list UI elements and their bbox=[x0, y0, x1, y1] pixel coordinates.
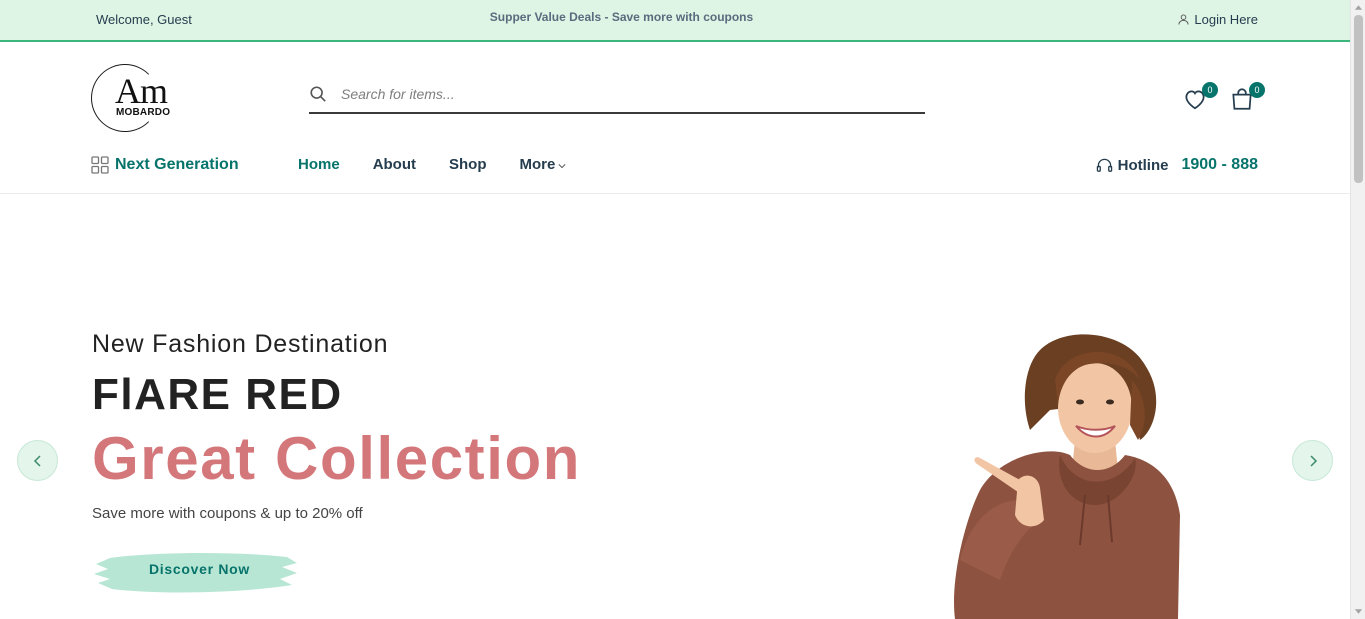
logo-monogram: Am bbox=[115, 71, 168, 111]
top-bar: Welcome, Guest Supper Value Deals - Save… bbox=[0, 0, 1350, 42]
hero-subtitle: New Fashion Destination bbox=[92, 330, 389, 358]
hero-model-image bbox=[954, 334, 1180, 619]
hotline: Hotline 1900 - 888 bbox=[1096, 156, 1258, 174]
promo-text: Supper Value Deals - Save more with coup… bbox=[489, 10, 754, 24]
search-bar bbox=[309, 76, 925, 114]
category-menu-button[interactable]: Next Generation bbox=[91, 156, 239, 174]
discover-now-label: Discover Now bbox=[149, 561, 250, 577]
scroll-up-icon[interactable] bbox=[1354, 3, 1363, 13]
nav-more-label: More bbox=[519, 156, 556, 173]
hero-description: Save more with coupons & up to 20% off bbox=[92, 505, 363, 522]
nav-shop[interactable]: Shop bbox=[449, 156, 487, 173]
cart-button[interactable]: 0 bbox=[1229, 82, 1265, 114]
wishlist-count-badge: 0 bbox=[1202, 82, 1218, 98]
chevron-down-icon bbox=[558, 164, 566, 169]
nav-about[interactable]: About bbox=[373, 156, 416, 173]
page-scrollbar[interactable] bbox=[1350, 0, 1365, 619]
login-label: Login Here bbox=[1194, 12, 1258, 27]
logo-brand: MOBARDO bbox=[116, 107, 171, 118]
search-input[interactable] bbox=[341, 86, 901, 102]
main-nav: Home About Shop More bbox=[298, 156, 566, 173]
nav-divider bbox=[0, 193, 1350, 194]
carousel-prev-button[interactable] bbox=[17, 440, 58, 481]
carousel-next-button[interactable] bbox=[1292, 440, 1333, 481]
site-logo[interactable]: Am MOBARDO bbox=[91, 64, 183, 132]
hero-title: FlARE RED bbox=[92, 370, 343, 419]
search-icon[interactable] bbox=[309, 85, 327, 103]
scroll-down-icon[interactable] bbox=[1354, 606, 1363, 616]
nav-home[interactable]: Home bbox=[298, 156, 340, 173]
discover-now-button[interactable]: Discover Now bbox=[92, 549, 297, 593]
chevron-right-icon bbox=[1309, 454, 1317, 467]
hotline-label: Hotline bbox=[1117, 156, 1169, 174]
category-menu-label: Next Generation bbox=[115, 156, 239, 173]
login-link[interactable]: Login Here bbox=[1178, 12, 1258, 27]
wishlist-button[interactable]: 0 bbox=[1182, 82, 1218, 114]
nav-more[interactable]: More bbox=[520, 156, 567, 173]
user-icon bbox=[1178, 14, 1189, 25]
cart-count-badge: 0 bbox=[1249, 82, 1265, 98]
scrollbar-thumb[interactable] bbox=[1354, 15, 1363, 183]
headphones-icon bbox=[1096, 158, 1112, 172]
hero-accent-title: Great Collection bbox=[92, 425, 582, 492]
chevron-left-icon bbox=[33, 454, 41, 467]
grid-icon bbox=[91, 156, 109, 174]
hotline-number[interactable]: 1900 - 888 bbox=[1181, 156, 1258, 174]
